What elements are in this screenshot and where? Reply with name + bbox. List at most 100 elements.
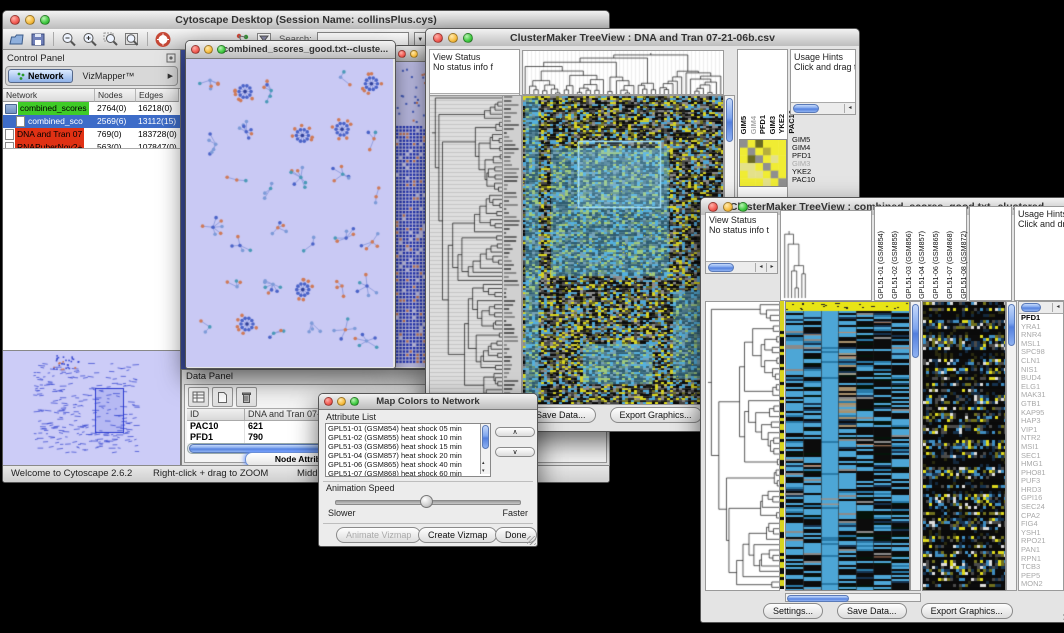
network-canvas-back[interactable] <box>394 62 428 367</box>
attr-col-id[interactable]: ID <box>187 408 245 421</box>
zoom-button[interactable] <box>350 397 359 406</box>
close-button[interactable] <box>324 397 333 406</box>
tv2-hscrollbar[interactable] <box>785 593 921 602</box>
tab-network[interactable]: Network <box>8 69 73 83</box>
close-button[interactable] <box>191 45 200 54</box>
vscroll-thumb[interactable] <box>726 98 733 142</box>
scroll-left-arrow[interactable]: ◂ <box>844 104 855 113</box>
scroll-left-arrow[interactable]: ◂ <box>1052 303 1063 312</box>
scroll-up-arrow[interactable]: ▴ <box>482 460 485 466</box>
close-button[interactable] <box>708 202 718 212</box>
help-lifering-icon[interactable] <box>155 32 171 47</box>
column-dendrogram-canvas[interactable] <box>781 211 871 300</box>
scroll-thumb[interactable] <box>1021 303 1041 312</box>
column-label[interactable]: GPL51-07 (GSM868) <box>945 231 959 299</box>
secondary-heatmap-canvas[interactable] <box>922 301 1006 591</box>
dialog-titlebar[interactable]: Map Colors to Network <box>319 394 537 410</box>
tv1-titlebar[interactable]: ClusterMaker TreeView : DNA and Tran 07-… <box>426 29 859 47</box>
column-label[interactable]: GPL51-06 (GSM865) <box>931 231 945 299</box>
zoom-button[interactable] <box>217 45 226 54</box>
main-heatmap-canvas[interactable] <box>785 301 910 591</box>
selected-row-label[interactable]: PAC10 <box>792 176 815 184</box>
attribute-item[interactable]: GPL51-06 (GSM865) heat shock 40 min <box>326 460 490 469</box>
network-row[interactable]: DNA and Tran 07 769(0) 183728(0) <box>3 128 180 141</box>
float-panel-icon[interactable] <box>166 53 176 63</box>
overview-canvas[interactable] <box>3 351 179 464</box>
column-label[interactable]: GIM5 <box>739 116 749 134</box>
usage-hints-scrollbar[interactable]: ◂ <box>791 102 855 114</box>
column-dendrogram-canvas[interactable] <box>523 51 723 94</box>
column-label[interactable]: GIM4 <box>749 116 759 134</box>
close-button[interactable] <box>398 50 406 58</box>
scroll-thumb[interactable] <box>793 104 819 113</box>
tab-overflow-arrow[interactable]: ▶ <box>168 72 173 80</box>
resize-grip[interactable] <box>527 536 536 545</box>
minimize-button[interactable] <box>204 45 213 54</box>
save-icon[interactable] <box>30 32 46 47</box>
zoom-out-icon[interactable] <box>61 32 77 47</box>
minimize-button[interactable] <box>337 397 346 406</box>
scroll-left-arrow[interactable]: ◂ <box>755 263 766 272</box>
delete-attribute-button[interactable] <box>236 387 257 407</box>
attribute-item[interactable]: GPL51-07 (GSM868) heat shock 60 min <box>326 469 490 477</box>
netfront-titlebar[interactable]: combined_scores_good.txt--cluste... <box>186 41 395 59</box>
tv1-action-button[interactable]: Export Graphics... <box>610 407 702 423</box>
attribute-item[interactable]: GPL51-04 (GSM857) heat shock 20 min <box>326 451 490 460</box>
tv2-heatmap-vscrollbar[interactable] <box>910 301 921 591</box>
tv2-action-button[interactable]: Settings... <box>763 603 823 619</box>
minimize-button[interactable] <box>448 33 458 43</box>
row-dendrogram-canvas[interactable] <box>429 95 503 405</box>
zoom-selected-icon[interactable] <box>103 32 119 47</box>
minimize-button[interactable] <box>410 50 418 58</box>
zoom-in-icon[interactable] <box>82 32 98 47</box>
scroll-right-arrow[interactable]: ▸ <box>766 263 777 272</box>
hscroll-thumb[interactable] <box>787 595 849 602</box>
network-canvas[interactable] <box>186 59 393 367</box>
attribute-select-button[interactable] <box>188 387 209 407</box>
view-status-scrollbar[interactable]: ◂ ▸ <box>706 261 777 273</box>
selected-submatrix-canvas[interactable] <box>739 139 787 187</box>
column-label[interactable]: GPL51-03 (GSM856) <box>904 231 918 299</box>
network-overview-pane[interactable] <box>3 350 180 466</box>
zoom-button[interactable] <box>40 15 50 25</box>
slider-thumb[interactable] <box>420 495 433 508</box>
vscroll-thumb[interactable] <box>1008 304 1015 346</box>
column-label[interactable]: GPL51-02 (GSM855) <box>890 231 904 299</box>
network-row[interactable]: combined_scores 2764(0) 16218(0) <box>3 102 180 115</box>
zoom-button[interactable] <box>463 33 473 43</box>
move-down-button[interactable]: ∨ <box>495 447 535 457</box>
attribute-item[interactable]: GPL51-01 (GSM854) heat shock 05 min <box>326 424 490 433</box>
attribute-listbox[interactable]: GPL51-01 (GSM854) heat shock 05 minGPL51… <box>325 423 491 477</box>
gene-label[interactable]: MON2 <box>1021 580 1046 589</box>
minimize-button[interactable] <box>723 202 733 212</box>
tv2-action-button[interactable]: Export Graphics... <box>921 603 1013 619</box>
attribute-item[interactable]: GPL51-02 (GSM855) heat shock 10 min <box>326 433 490 442</box>
column-label[interactable]: GPL51-04 (GSM857) <box>917 231 931 299</box>
new-attribute-button[interactable] <box>212 387 233 407</box>
close-button[interactable] <box>433 33 443 43</box>
col-network[interactable]: Network <box>3 89 95 102</box>
move-up-button[interactable]: ∧ <box>495 427 535 437</box>
scroll-thumb[interactable] <box>708 263 734 272</box>
column-label[interactable]: GIM3 <box>768 116 778 134</box>
column-label[interactable]: YKE2 <box>777 114 787 134</box>
minimize-button[interactable] <box>25 15 35 25</box>
main-heatmap-canvas[interactable] <box>522 95 724 405</box>
column-label[interactable]: PFD1 <box>758 115 768 134</box>
gene-selection-strip[interactable] <box>780 301 784 589</box>
create-vizmap-button[interactable]: Create Vizmap <box>418 527 497 543</box>
tab-vizmapper[interactable]: VizMapper™ <box>73 70 145 82</box>
scroll-down-arrow[interactable]: ▾ <box>482 468 485 474</box>
network-row[interactable]: combined_sco 2569(6) 13112(15) <box>3 115 180 128</box>
animate-vizmap-button[interactable]: Animate Vizmap <box>336 527 421 543</box>
vscroll-thumb[interactable] <box>912 304 919 358</box>
attribute-item[interactable]: GPL51-03 (GSM856) heat shock 15 min <box>326 442 490 451</box>
row-dendrogram-canvas[interactable] <box>705 301 780 591</box>
vscroll-thumb[interactable] <box>482 425 489 449</box>
tv2-action-button[interactable]: Save Data... <box>837 603 907 619</box>
tv2-secondary-vscrollbar[interactable] <box>1006 301 1017 591</box>
column-label[interactable]: GPL51-01 (GSM854) <box>876 231 890 299</box>
listbox-vscrollbar[interactable]: ▴ ▾ <box>480 424 490 474</box>
row-labels-strip[interactable] <box>503 95 522 405</box>
zoom-fit-icon[interactable] <box>124 32 140 47</box>
